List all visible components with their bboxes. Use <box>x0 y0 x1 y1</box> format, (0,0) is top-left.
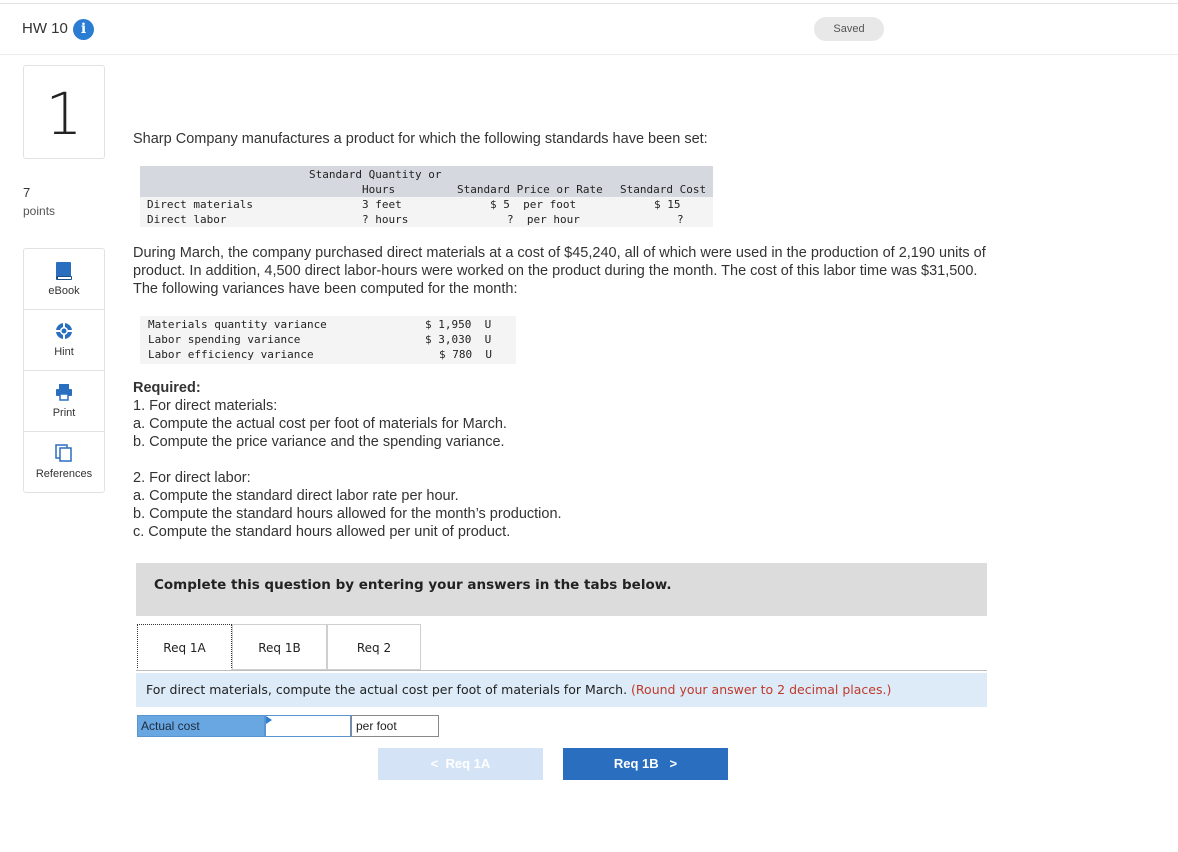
print-button[interactable]: Print <box>24 371 104 432</box>
input-marker-icon <box>266 716 272 724</box>
scenario-line-2: product. In addition, 4,500 direct labor… <box>133 263 978 279</box>
required-line: a. Compute the standard direct labor rat… <box>133 488 459 504</box>
chevron-left-icon: < <box>430 756 446 771</box>
hint-button[interactable]: Hint <box>24 310 104 371</box>
table-row: Direct labor ? hours ? per hour ? <box>140 212 713 227</box>
standards-table-header: Standard Quantity or Hours Standard Pric… <box>140 166 713 197</box>
required-heading: Required: <box>133 380 201 396</box>
scenario-line-1: During March, the company purchased dire… <box>133 245 986 261</box>
chevron-right-icon: > <box>658 756 678 771</box>
book-icon <box>56 262 72 280</box>
variance-label: Labor spending variance <box>148 333 301 346</box>
actual-cost-label: Actual cost <box>137 715 265 737</box>
saved-badge: Saved <box>814 17 884 41</box>
question-number-box: 1 <box>23 65 105 159</box>
scenario-line-3: The following variances have been comput… <box>133 281 518 297</box>
variances-table: Materials quantity variance $ 1,950 U La… <box>140 316 516 364</box>
instruction-bar: For direct materials, compute the actual… <box>136 673 987 707</box>
quantity-header-line1: Standard Quantity or <box>309 168 442 181</box>
top-bar: HW 10 i Saved <box>0 3 1178 55</box>
next-req-button[interactable]: Req 1B > <box>563 748 728 780</box>
row-price: ? per hour <box>507 213 580 226</box>
question-number: 1 <box>45 80 83 148</box>
assignment-title: HW 10 <box>22 20 68 37</box>
row-quantity: 3 feet <box>362 198 402 211</box>
table-row: Direct materials 3 feet $ 5 per foot $ 1… <box>140 197 713 212</box>
print-icon <box>56 384 72 401</box>
next-req-label: Req 1B <box>613 756 659 771</box>
references-label: References <box>35 468 93 480</box>
row-cost: ? <box>677 213 684 226</box>
points-label: points <box>23 204 56 218</box>
tab-req-2[interactable]: Req 2 <box>327 624 421 670</box>
tab-divider <box>136 670 987 671</box>
required-line: b. Compute the price variance and the sp… <box>133 434 505 450</box>
row-quantity: ? hours <box>362 213 409 226</box>
references-button[interactable]: References <box>24 432 104 492</box>
complete-instructions-box: Complete this question by entering your … <box>136 563 987 616</box>
tab-req-1a[interactable]: Req 1A <box>137 624 232 670</box>
row-cost: $ 15 <box>654 198 681 211</box>
intro-text: Sharp Company manufactures a product for… <box>133 131 708 147</box>
unit-label: per foot <box>351 715 439 737</box>
hint-icon <box>56 323 72 339</box>
cost-header: Standard Cost <box>620 183 707 196</box>
points-value: 7 <box>23 185 31 200</box>
instruction-text: For direct materials, compute the actual… <box>146 682 628 697</box>
rounding-note: (Round your answer to 2 decimal places.) <box>631 682 892 697</box>
quantity-header-line2: Hours <box>362 183 396 196</box>
required-line: c. Compute the standard hours allowed pe… <box>133 524 511 540</box>
price-header: Standard Price or Rate <box>457 183 603 196</box>
variance-value: $ 3,030 U <box>425 333 492 346</box>
prev-req-button[interactable]: < Req 1A <box>378 748 543 780</box>
variance-value: $ 1,950 U <box>425 318 492 331</box>
actual-cost-input[interactable] <box>265 715 351 737</box>
row-price: $ 5 per foot <box>490 198 577 211</box>
tools-panel: eBook Hint Print References <box>23 248 105 493</box>
complete-instructions-text: Complete this question by entering your … <box>154 577 672 593</box>
required-line: a. Compute the actual cost per foot of m… <box>133 416 507 432</box>
info-icon[interactable]: i <box>73 19 94 40</box>
variance-label: Materials quantity variance <box>148 318 327 331</box>
prev-req-label: Req 1A <box>445 756 491 771</box>
standards-table: Standard Quantity or Hours Standard Pric… <box>140 166 713 227</box>
required-line: 1. For direct materials: <box>133 398 278 414</box>
hint-label: Hint <box>54 346 74 358</box>
variance-label: Labor efficiency variance <box>148 348 314 361</box>
tab-req-1b[interactable]: Req 1B <box>232 624 327 670</box>
required-line: b. Compute the standard hours allowed fo… <box>133 506 562 522</box>
variance-value: $ 780 U <box>439 348 492 361</box>
ebook-button[interactable]: eBook <box>24 249 104 310</box>
row-label: Direct labor <box>147 213 227 226</box>
ebook-label: eBook <box>48 285 80 297</box>
required-line: 2. For direct labor: <box>133 470 251 486</box>
references-icon <box>55 444 72 462</box>
print-label: Print <box>52 407 76 419</box>
row-label: Direct materials <box>147 198 253 211</box>
